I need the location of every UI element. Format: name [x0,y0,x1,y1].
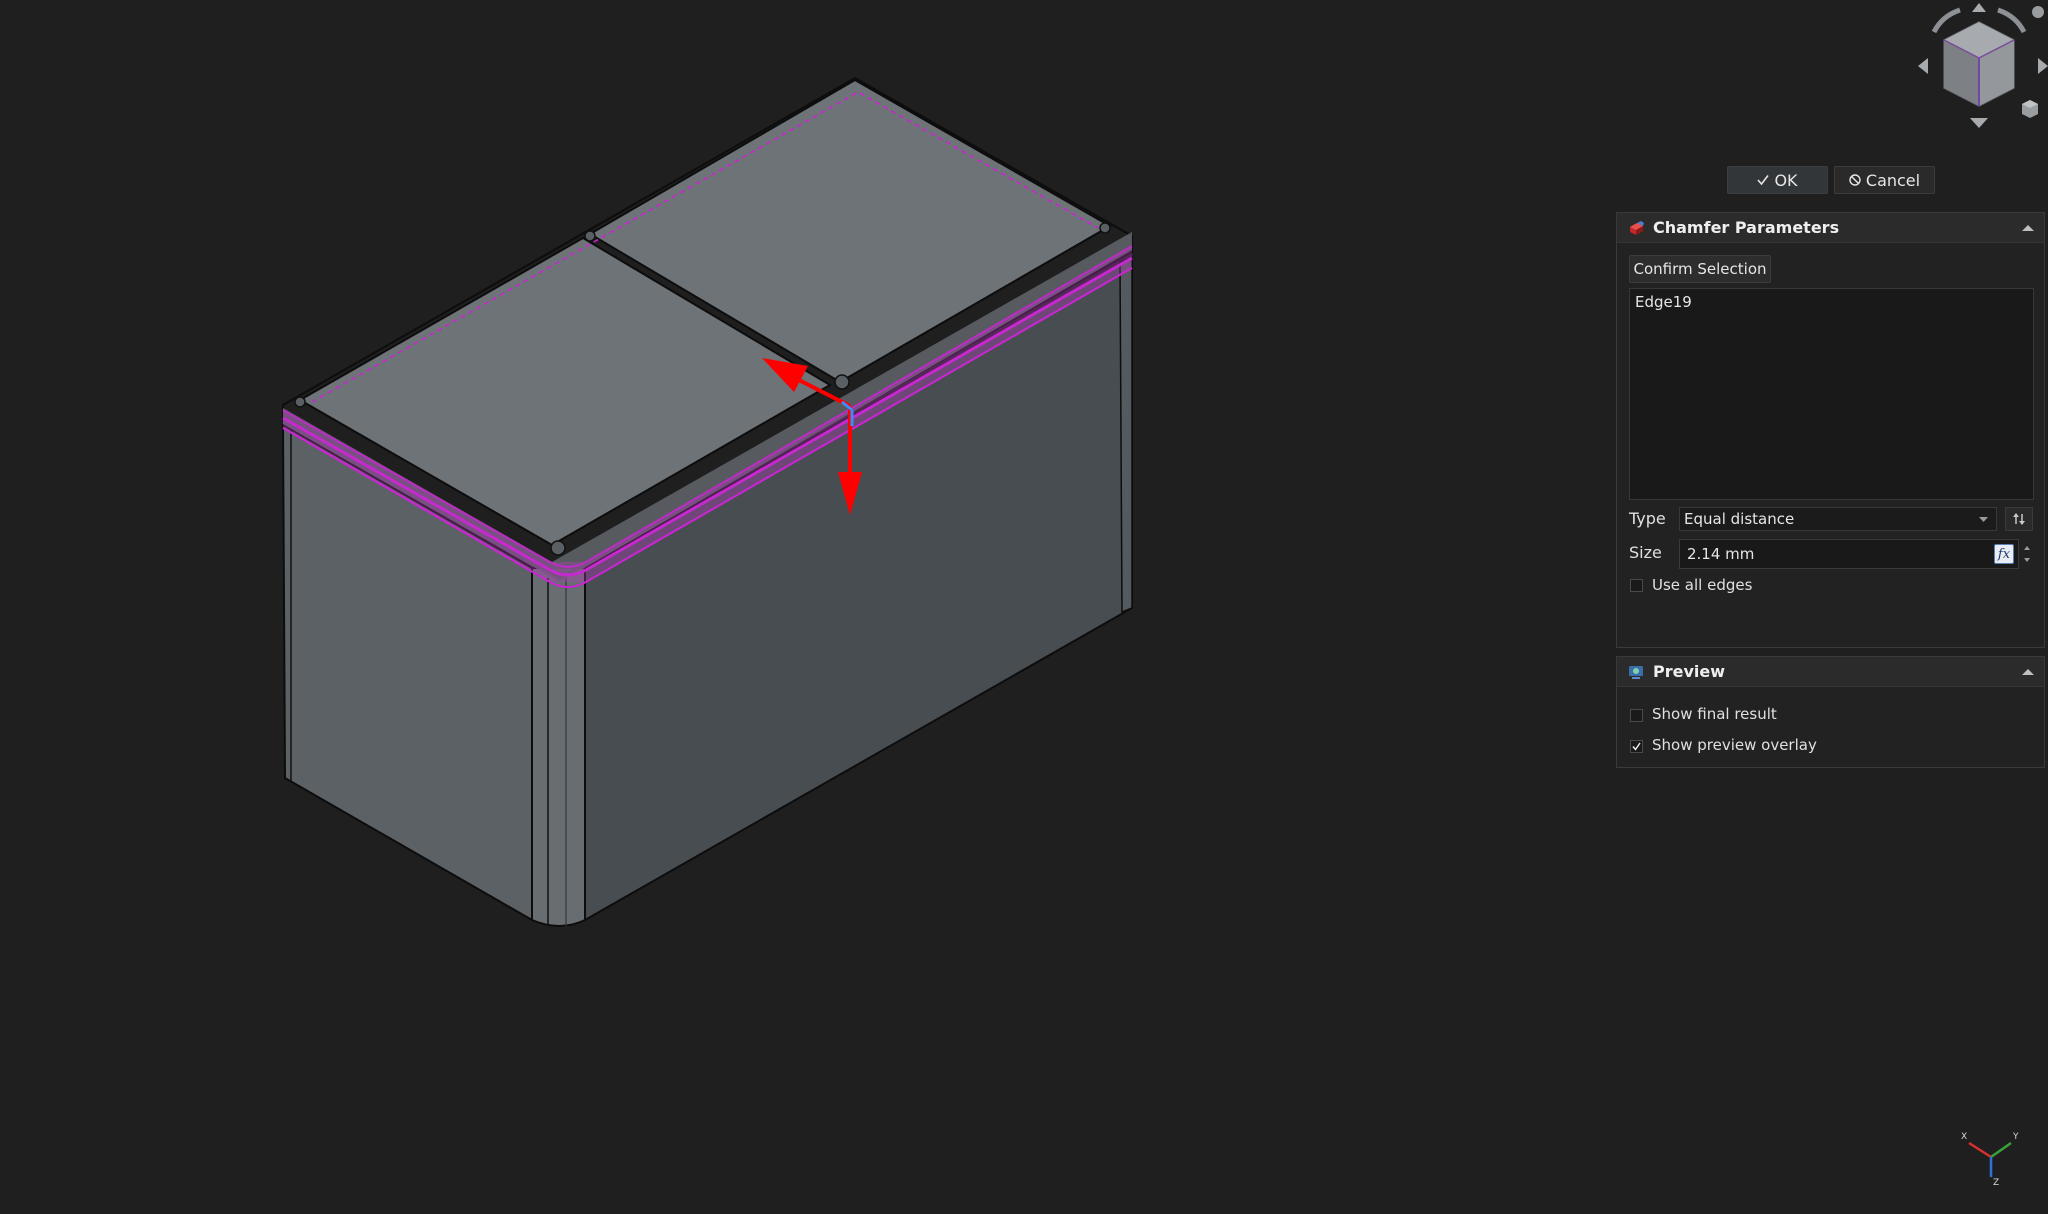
view-menu-icon[interactable] [2032,6,2044,18]
chevron-up-icon[interactable] [2022,224,2034,232]
show-preview-overlay-checkbox[interactable] [1630,740,1643,753]
chamfer-parameters-panel: Chamfer Parameters Confirm Selection Edg… [1616,212,2045,648]
cancel-label: Cancel [1865,170,1921,190]
chamfer-panel-header[interactable]: Chamfer Parameters [1617,213,2044,243]
spin-down-icon[interactable] [2024,558,2030,562]
type-value: Equal distance [1684,510,1795,528]
checkmark-icon [1632,742,1641,751]
chamfer-feature-icon [1630,220,1644,235]
cancel-button[interactable]: Cancel [1834,166,1935,194]
vertical-fillet[interactable] [531,567,586,927]
preview-panel: Preview Show final result Show preview o… [1616,656,2045,768]
swap-direction-icon [2013,513,2025,525]
z-axis-label: Z [1993,1178,1999,1185]
confirm-selection-button[interactable]: Confirm Selection [1629,255,1771,283]
model-right-edge [1119,256,1133,614]
view-cube[interactable] [1943,21,2015,107]
swap-direction-button[interactable] [2005,507,2033,531]
size-input[interactable]: 2.14 mm fx [1679,539,2019,569]
x-axis-label: X [1961,1132,1967,1142]
preview-panel-header[interactable]: Preview [1617,657,2044,687]
size-value: 2.14 mm [1687,545,1755,563]
type-dropdown[interactable]: Equal distance [1679,507,1997,531]
type-label: Type [1629,509,1666,528]
show-preview-overlay-label: Show preview overlay [1652,736,1817,754]
preview-icon [1629,665,1643,679]
3d-viewport[interactable] [0,0,1600,1214]
chamfer-panel-title: Chamfer Parameters [1653,218,1840,237]
selected-edges-list[interactable]: Edge19 [1629,288,2034,500]
arrow-down-icon[interactable] [1970,118,1988,128]
arrow-up-icon[interactable] [1972,3,1986,12]
chevron-up-icon[interactable] [2022,668,2034,676]
chevron-down-icon [1979,517,1988,522]
forbidden-icon [1849,174,1861,186]
fx-icon: fx [1997,546,2011,562]
preview-panel-title: Preview [1653,662,1726,681]
rotate-right-icon[interactable] [1997,7,2027,34]
show-final-result-checkbox[interactable] [1630,709,1643,722]
size-label: Size [1629,543,1662,562]
arrow-left-icon[interactable] [1918,58,1928,74]
cube-view-icon[interactable] [2022,100,2038,118]
list-item[interactable]: Edge19 [1635,293,2028,311]
checkmark-icon [1757,175,1770,186]
navigation-cube[interactable] [1910,0,2048,135]
ok-label: OK [1774,170,1798,190]
show-final-result-label: Show final result [1652,705,1777,723]
spin-up-icon[interactable] [2024,546,2030,550]
y-axis-label: Y [2012,1132,2019,1142]
size-spinner[interactable] [2021,539,2033,569]
axis-triad: X Y Z [1961,1132,2019,1185]
rotate-left-icon[interactable] [1931,7,1961,34]
arrow-right-icon[interactable] [2038,58,2048,74]
expression-button[interactable]: fx [1994,544,2014,564]
use-all-edges-checkbox[interactable] [1630,579,1643,592]
model-scene[interactable] [0,0,1600,1214]
ok-button[interactable]: OK [1727,166,1828,194]
use-all-edges-label: Use all edges [1652,576,1753,594]
